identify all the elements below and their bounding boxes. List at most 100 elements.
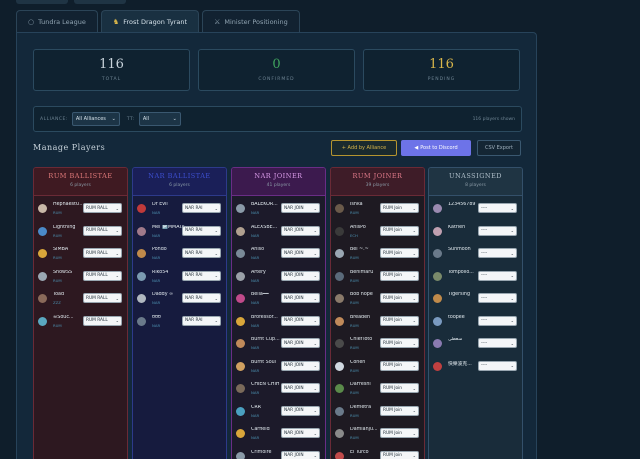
- assignment-value: NAR RAI: [185, 273, 203, 278]
- assignment-value: RUM RALL: [86, 273, 108, 278]
- assignment-select[interactable]: RUM Join ⌄: [380, 225, 419, 236]
- assignment-select[interactable]: NAR JOIN ⌄: [281, 293, 320, 303]
- tier-filter-select[interactable]: All ⌄: [138, 112, 181, 126]
- tab-bar: ○ Tundra League ♞ Frost Dragon Tyrant ⚔ Minis…: [16, 10, 300, 32]
- swords-icon: ⚔: [214, 17, 221, 26]
- assignment-select[interactable]: NAR JOIN ⌄: [281, 383, 320, 393]
- assignment-select[interactable]: NAR JOIN ⌄: [281, 428, 320, 438]
- assignment-select[interactable]: RUM Join ⌄: [380, 338, 419, 348]
- assignment-value: RUM RALL: [86, 250, 108, 256]
- assignment-value: RUM Join: [383, 363, 403, 368]
- assignment-select[interactable]: RUM RALL ⌄: [83, 270, 122, 281]
- assignment-select[interactable]: ---- ⌄: [478, 225, 517, 236]
- player-alliance: NAR: [251, 232, 260, 238]
- assignment-select[interactable]: NAR JOIN ⌄: [281, 338, 320, 348]
- avatar: [236, 226, 245, 236]
- assignment-select[interactable]: RUM Join ⌄: [380, 383, 419, 393]
- assignment-select[interactable]: RUM Join ⌄: [380, 293, 419, 303]
- assignment-select[interactable]: RUM RALL ⌄: [83, 293, 122, 303]
- assignment-select[interactable]: NAR JOIN ⌄: [281, 360, 320, 371]
- assignment-select[interactable]: NAR JOIN ⌄: [281, 225, 320, 236]
- avatar: [236, 204, 245, 213]
- tab-tundra-league[interactable]: ○ Tundra League: [16, 10, 98, 32]
- tab-minister-positioning[interactable]: ⚔ Minister Positioning: [202, 10, 300, 32]
- player-alliance: NAR: [251, 412, 260, 418]
- avatar: [433, 361, 442, 371]
- assignment-select[interactable]: RUM Join ⌄: [380, 405, 419, 416]
- assignment-select[interactable]: RUM Join ⌄: [380, 450, 419, 459]
- assignment-select[interactable]: NAR JOIN ⌄: [281, 248, 320, 258]
- avatar: [433, 294, 442, 303]
- main-panel: 116 TOTAL 0 CONFIRMED 116 PENDING ALLIANCE: A…: [16, 32, 537, 459]
- stats-row: 116 TOTAL 0 CONFIRMED 116 PENDING: [33, 49, 520, 91]
- chevron-down-icon: ⌄: [313, 205, 317, 211]
- csv-export-button[interactable]: CSV Export: [477, 140, 521, 156]
- chevron-down-icon: ⌄: [214, 295, 218, 301]
- assignment-select[interactable]: NAR RAI ⌄: [182, 203, 221, 213]
- tab-label: Minister Positioning: [224, 17, 288, 26]
- assignment-select[interactable]: NAR JOIN ⌄: [281, 203, 320, 213]
- assignment-value: NAR RAI: [185, 318, 203, 323]
- avatar: [137, 316, 146, 326]
- avatar: [335, 361, 344, 371]
- avatar: [335, 339, 344, 348]
- assignment-select[interactable]: NAR RAI ⌄: [182, 270, 221, 281]
- assignment-select[interactable]: NAR RAI ⌄: [182, 248, 221, 258]
- assignment-select[interactable]: RUM Join ⌄: [380, 248, 419, 258]
- assignment-select[interactable]: RUM Join ⌄: [380, 270, 419, 281]
- player-alliance: ECH: [350, 232, 358, 238]
- avatar: [137, 271, 146, 281]
- post-to-discord-button[interactable]: ◀ Post to Discord: [401, 140, 471, 156]
- assignment-value: NAR JOIN: [284, 228, 304, 233]
- assignment-select[interactable]: ---- ⌄: [478, 293, 517, 303]
- tab-label: Tundra League: [38, 17, 86, 26]
- assignment-select[interactable]: RUM Join ⌄: [380, 360, 419, 371]
- top-strip-tab[interactable]: [74, 0, 126, 4]
- chevron-down-icon: ⌄: [115, 318, 119, 323]
- assignment-select[interactable]: ---- ⌄: [478, 203, 517, 213]
- avatar: [433, 226, 442, 236]
- add-by-alliance-button[interactable]: + Add by Alliance: [331, 140, 397, 156]
- assignment-value: ----: [481, 250, 488, 256]
- alliance-filter-value: All Alliances: [75, 116, 106, 122]
- avatar: [335, 384, 344, 393]
- assignment-select[interactable]: ---- ⌄: [478, 315, 517, 326]
- assignment-select[interactable]: NAR JOIN ⌄: [281, 270, 320, 281]
- alliance-filter-select[interactable]: All Alliances ⌄: [71, 112, 120, 126]
- assignment-select[interactable]: NAR RAI ⌄: [182, 315, 221, 326]
- assignment-select[interactable]: NAR RAI ⌄: [182, 293, 221, 303]
- assignment-select[interactable]: RUM Join ⌄: [380, 203, 419, 213]
- assignment-select[interactable]: RUM Join ⌄: [380, 315, 419, 326]
- assignment-select[interactable]: RUM RALL ⌄: [83, 225, 122, 236]
- avatar: [137, 204, 146, 213]
- assignment-select[interactable]: NAR JOIN ⌄: [281, 450, 320, 459]
- avatar: [236, 271, 245, 281]
- assignment-select[interactable]: NAR JOIN ⌄: [281, 405, 320, 416]
- assignment-select[interactable]: RUM RALL ⌄: [83, 203, 122, 213]
- assignment-select[interactable]: RUM RALL ⌄: [83, 315, 122, 326]
- chevron-down-icon: ⌄: [313, 408, 317, 413]
- assignment-select[interactable]: ---- ⌄: [478, 338, 517, 348]
- avatar: [335, 271, 344, 281]
- assignment-value: NAR JOIN: [284, 273, 304, 278]
- player-alliance: NAR: [152, 210, 161, 215]
- tab-frost-dragon-tyrant[interactable]: ♞ Frost Dragon Tyrant: [100, 10, 200, 32]
- assignment-value: ----: [481, 340, 488, 346]
- chevron-down-icon: ⌄: [313, 295, 317, 301]
- assignment-select[interactable]: ---- ⌄: [478, 360, 517, 371]
- circle-icon: ○: [28, 17, 35, 26]
- assignment-select[interactable]: RUM Join ⌄: [380, 428, 419, 438]
- assignment-select[interactable]: RUM RALL ⌄: [83, 248, 122, 258]
- assignment-select[interactable]: ---- ⌄: [478, 270, 517, 281]
- avatar: [433, 339, 442, 348]
- assignment-select[interactable]: NAR JOIN ⌄: [281, 315, 320, 326]
- avatar: [433, 249, 442, 258]
- assignment-value: RUM Join: [383, 453, 403, 458]
- assignment-value: NAR RAI: [185, 228, 203, 233]
- top-strip-tab[interactable]: [16, 0, 68, 4]
- assignment-select[interactable]: NAR RAI ⌄: [182, 225, 221, 236]
- assignment-select[interactable]: ---- ⌄: [478, 248, 517, 258]
- player-row: ☠Souc... RUM RUM RALL ⌄: [34, 313, 127, 336]
- assignment-value: RUM Join: [383, 273, 403, 278]
- chevron-down-icon: ⌄: [115, 273, 119, 278]
